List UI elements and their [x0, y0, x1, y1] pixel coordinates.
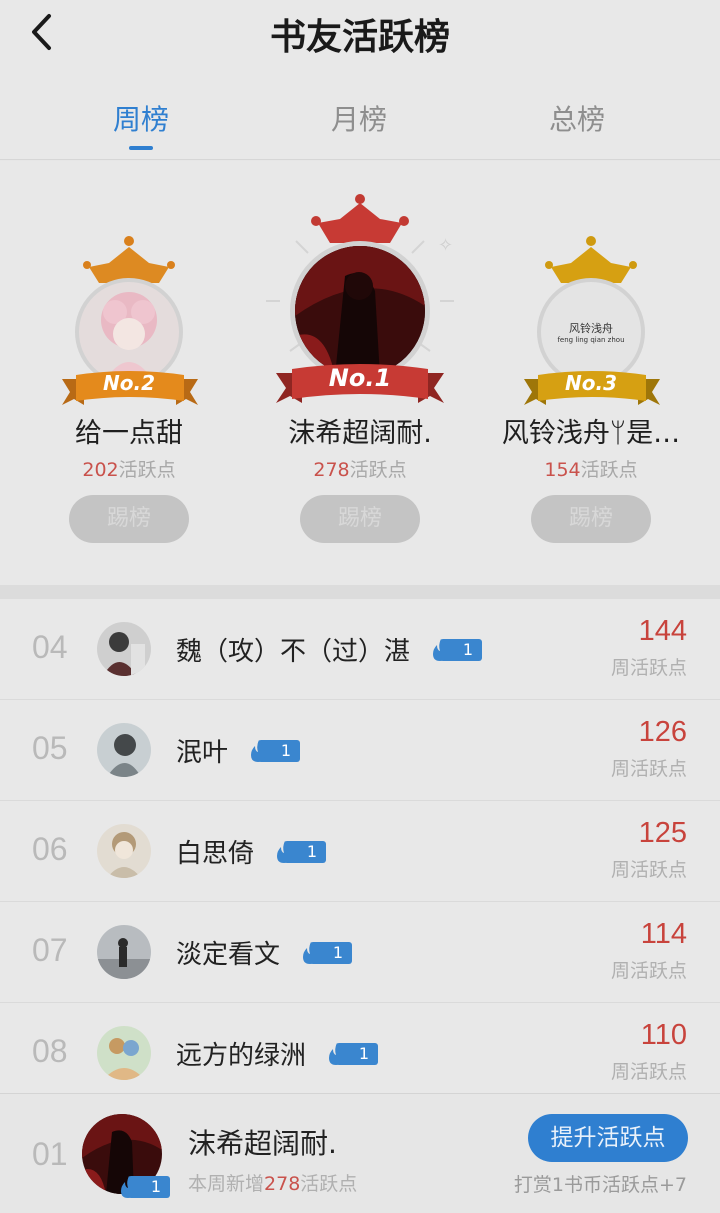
rank-label: No.3 [565, 371, 617, 395]
user-name[interactable]: 远方的绿洲 [176, 1035, 306, 1072]
tab-total[interactable]: 总榜 [517, 98, 637, 138]
user-name[interactable]: 白思倚 [176, 833, 254, 870]
rank-number: 07 [32, 932, 68, 968]
ranking-list: 04 魏（攻）不（过）湛 1 144 周活跃点 05 泯叶 1 126 周活跃点 [0, 599, 720, 1093]
rank-label: No.2 [103, 371, 155, 395]
section-divider [0, 585, 720, 599]
level-badge: 1 [324, 1041, 379, 1067]
page-title: 书友活跃榜 [269, 16, 450, 58]
weekly-score: 144 [638, 615, 687, 647]
level-badge: 1 [246, 738, 301, 764]
avatar[interactable] [97, 824, 151, 878]
kick-button[interactable]: 踢榜 [300, 495, 420, 543]
podium-second: No.2 给一点甜 202活跃点 踢榜 [19, 161, 239, 585]
avatar[interactable] [97, 622, 151, 676]
podium-name[interactable]: 风铃浅舟ᛘ是… [481, 411, 701, 450]
rank-number: 08 [32, 1033, 68, 1069]
svg-text:✧: ✧ [438, 235, 453, 256]
list-item[interactable]: 06 白思倚 1 125 周活跃点 [0, 801, 720, 902]
weekly-score: 114 [640, 918, 687, 950]
kick-button[interactable]: 踢榜 [69, 495, 189, 543]
avatar[interactable] [97, 1026, 151, 1080]
tab-monthly[interactable]: 月榜 [299, 98, 419, 138]
podium-points: 278活跃点 [313, 459, 407, 481]
user-info: 淡定看文 1 [176, 934, 353, 971]
rank-label: No.1 [328, 364, 392, 392]
score-label: 周活跃点 [610, 657, 687, 679]
my-name: 沫希超阔耐. [188, 1127, 337, 1160]
rank-number: 05 [32, 730, 68, 766]
flame-icon [251, 739, 266, 762]
list-item[interactable]: 04 魏（攻）不（过）湛 1 144 周活跃点 [0, 599, 720, 700]
level-badge: 1 [428, 637, 483, 663]
flame-icon [277, 840, 292, 863]
rank-number: 06 [32, 831, 68, 867]
list-item[interactable]: 07 淡定看文 1 114 周活跃点 [0, 902, 720, 1003]
flame-icon [121, 1176, 136, 1198]
podium-first: ✧ No.1 沫希超阔耐. 278活跃点 踢榜 [250, 161, 470, 585]
avatar[interactable] [97, 723, 151, 777]
rank-number: 04 [32, 629, 68, 665]
kick-button[interactable]: 踢榜 [531, 495, 651, 543]
list-item[interactable]: 08 远方的绿洲 1 110 周活跃点 [0, 1003, 720, 1104]
tab-weekly[interactable]: 周榜 [81, 98, 201, 138]
my-rank-number: 01 [32, 1136, 68, 1172]
flame-icon [433, 638, 448, 661]
podium-third: 风铃浅舟 feng ling qian zhou No.3 风铃浅舟ᛘ是… 15… [481, 161, 701, 585]
flame-icon [303, 941, 318, 964]
avatar[interactable] [97, 925, 151, 979]
crown-icon [311, 194, 409, 243]
my-rank-bar: 01 1 沫希超阔耐. 本周新增278活跃点 提升活跃点 打赏1书币活跃点+7 [0, 1093, 720, 1213]
active-tab-indicator [129, 146, 153, 150]
score-label: 周活跃点 [610, 859, 687, 881]
user-info: 魏（攻）不（过）湛 1 [176, 631, 483, 668]
user-info: 白思倚 1 [176, 833, 327, 870]
podium-points: 154活跃点 [544, 459, 638, 481]
podium: No.2 给一点甜 202活跃点 踢榜 ✧ No.1 沫希超阔耐. 278活跃点… [0, 161, 720, 585]
score-label: 周活跃点 [610, 758, 687, 780]
weekly-score: 126 [638, 716, 687, 748]
user-name[interactable]: 泯叶 [176, 732, 228, 769]
flame-icon [329, 1042, 344, 1065]
user-info: 泯叶 1 [176, 732, 301, 769]
user-name[interactable]: 淡定看文 [176, 934, 280, 971]
user-name[interactable]: 魏（攻）不（过）湛 [176, 631, 410, 668]
reward-note: 打赏1书币活跃点+7 [513, 1174, 687, 1196]
header: 书友活跃榜 [0, 0, 720, 80]
list-item[interactable]: 05 泯叶 1 126 周活跃点 [0, 700, 720, 801]
level-badge: 1 [298, 940, 353, 966]
user-info: 远方的绿洲 1 [176, 1035, 379, 1072]
podium-name[interactable]: 给一点甜 [19, 411, 239, 450]
podium-name[interactable]: 沫希超阔耐. [250, 411, 470, 450]
score-label: 周活跃点 [610, 960, 687, 982]
weekly-score: 125 [638, 817, 687, 849]
avatar[interactable] [290, 241, 430, 381]
podium-points: 202活跃点 [82, 459, 176, 481]
level-badge: 1 [116, 1174, 170, 1200]
score-label: 周活跃点 [610, 1061, 687, 1083]
my-weekly-points: 本周新增278活跃点 [188, 1173, 358, 1195]
weekly-score: 110 [640, 1019, 687, 1051]
tab-bar: 周榜 月榜 总榜 [0, 80, 720, 160]
boost-activity-button[interactable]: 提升活跃点 [528, 1114, 688, 1162]
level-badge: 1 [272, 839, 327, 865]
